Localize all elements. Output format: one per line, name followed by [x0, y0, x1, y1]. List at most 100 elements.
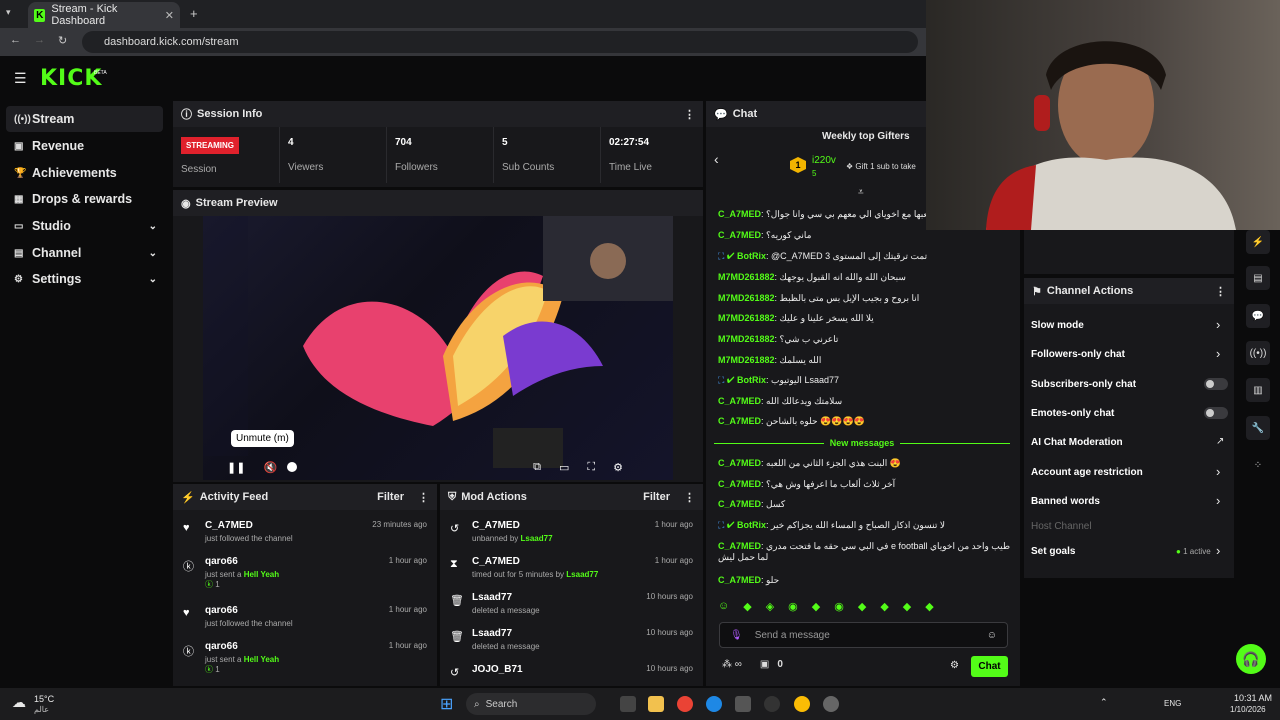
- browser-tab[interactable]: K Stream - Kick Dashboard ✕: [28, 2, 180, 28]
- mod-user[interactable]: Lsaad77: [472, 592, 512, 603]
- emote-icon[interactable]: ◆: [903, 600, 911, 616]
- chat-input[interactable]: 🎙 Send a message ☺: [719, 622, 1008, 648]
- gifter-name[interactable]: i220v: [812, 155, 836, 166]
- mod-user[interactable]: C_A7MED: [472, 556, 520, 567]
- broadcast-icon[interactable]: ((•)): [1246, 341, 1270, 365]
- chat-user[interactable]: BotRix: [737, 520, 766, 530]
- chat-user[interactable]: M7MD261882: [718, 334, 775, 344]
- emote-icon[interactable]: ◆: [925, 600, 933, 616]
- chat-user[interactable]: C_A7MED: [718, 209, 761, 219]
- task-view-icon[interactable]: [620, 696, 636, 712]
- store-icon[interactable]: ▣: [760, 659, 769, 670]
- mod-by[interactable]: Lsaad77: [566, 570, 598, 579]
- reload-icon[interactable]: ↻: [58, 34, 67, 47]
- clock-time[interactable]: 10:31 AM: [1234, 693, 1272, 703]
- sidebar-item-studio[interactable]: ▭ Studio ⌄: [6, 213, 163, 239]
- store-icon[interactable]: [735, 696, 751, 712]
- url-field[interactable]: dashboard.kick.com/stream: [82, 31, 918, 53]
- set-goals-button[interactable]: Set goals: [1031, 546, 1075, 557]
- mic-icon[interactable]: 🎙: [730, 630, 743, 641]
- start-icon[interactable]: ⊞: [440, 694, 453, 714]
- chat-user[interactable]: C_A7MED: [718, 479, 761, 489]
- video-player[interactable]: Unmute (m) ❚❚ 🔇 ⧉ ▭ ⛶ ⚙: [203, 216, 673, 480]
- sidebar-item-channel[interactable]: ▤ Channel ⌄: [6, 240, 163, 266]
- host-channel-button[interactable]: Host Channel: [1031, 521, 1092, 532]
- subscribers-only-toggle[interactable]: [1204, 378, 1228, 390]
- file-explorer-icon[interactable]: [648, 696, 664, 712]
- emote-icon[interactable]: ◆: [858, 600, 866, 616]
- emote-icon[interactable]: ◈: [766, 600, 774, 616]
- emote-icon[interactable]: ◉: [834, 600, 844, 616]
- settings-icon[interactable]: ⚙: [613, 461, 623, 474]
- back-icon[interactable]: ←: [10, 34, 21, 46]
- more-icon[interactable]: ⋮: [418, 491, 429, 504]
- more-icon[interactable]: ⋮: [684, 491, 695, 504]
- feed-user[interactable]: qaro66: [205, 641, 238, 652]
- mod-user[interactable]: C_A7MED: [472, 520, 520, 531]
- feed-user[interactable]: C_A7MED: [205, 520, 253, 531]
- language-indicator[interactable]: ENG: [1164, 699, 1181, 708]
- layout-icon[interactable]: ▥: [1246, 378, 1270, 402]
- notes-icon[interactable]: ▤: [1246, 266, 1270, 290]
- obs-icon[interactable]: [823, 696, 839, 712]
- chat-user[interactable]: M7MD261882: [718, 293, 775, 303]
- channel-points-icon[interactable]: ⁂ ∞: [722, 659, 742, 670]
- chat-user[interactable]: C_A7MED: [718, 541, 761, 551]
- filter-button[interactable]: Filter: [643, 491, 670, 503]
- gift-sub-cta[interactable]: ❖ Gift 1 sub to take: [846, 162, 916, 171]
- mod-user[interactable]: JOJO_B71: [472, 664, 523, 675]
- send-chat-button[interactable]: Chat: [971, 656, 1008, 677]
- chat-user[interactable]: C_A7MED: [718, 230, 761, 240]
- support-icon[interactable]: 🎧: [1236, 644, 1266, 674]
- emote-icon[interactable]: ◉: [788, 600, 798, 616]
- new-messages-divider[interactable]: New messages: [714, 437, 1011, 449]
- fullscreen-icon[interactable]: ⛶: [587, 461, 595, 474]
- sidebar-item-settings[interactable]: ⚙ Settings ⌄: [6, 266, 163, 292]
- ai-moderation-button[interactable]: AI Chat Moderation: [1031, 437, 1123, 448]
- emote-icon[interactable]: ◆: [880, 600, 888, 616]
- sidebar-item-achievements[interactable]: 🏆 Achievements: [6, 160, 163, 186]
- chat-user[interactable]: M7MD261882: [718, 313, 775, 323]
- chevron-right-icon[interactable]: ›: [1216, 493, 1220, 508]
- tray-chevron-icon[interactable]: ⌃: [1100, 697, 1108, 708]
- account-age-button[interactable]: Account age restriction: [1031, 467, 1143, 478]
- new-tab-icon[interactable]: +: [190, 6, 198, 21]
- emotes-only-toggle[interactable]: [1204, 407, 1228, 419]
- filter-button[interactable]: Filter: [377, 491, 404, 503]
- banned-words-button[interactable]: Banned words: [1031, 496, 1100, 507]
- edge-icon[interactable]: [706, 696, 722, 712]
- more-icon[interactable]: ⋮: [684, 108, 695, 121]
- forward-icon[interactable]: →: [34, 34, 45, 46]
- more-icon[interactable]: ⋮: [1215, 285, 1226, 298]
- chat-user[interactable]: C_A7MED: [718, 499, 761, 509]
- chrome-active-icon[interactable]: [794, 696, 810, 712]
- sidebar-item-stream[interactable]: ((•)) Stream: [6, 106, 163, 132]
- chat-settings-icon[interactable]: ⚙: [950, 660, 959, 671]
- mod-user[interactable]: Lsaad77: [472, 628, 512, 639]
- chat-user[interactable]: C_A7MED: [718, 396, 761, 406]
- mod-by[interactable]: Lsaad77: [521, 534, 553, 543]
- external-link-icon[interactable]: ↗: [1216, 436, 1224, 447]
- pin-toggle-icon[interactable]: ⩡: [858, 187, 864, 198]
- bolt-icon[interactable]: ⚡: [1246, 230, 1270, 254]
- close-tab-icon[interactable]: ✕: [165, 9, 174, 22]
- sidebar-item-drops[interactable]: ▦ Drops & rewards: [6, 186, 163, 212]
- sidebar-item-revenue[interactable]: ▣ Revenue: [6, 133, 163, 159]
- chevron-right-icon[interactable]: ›: [1216, 346, 1220, 361]
- chrome-icon[interactable]: [677, 696, 693, 712]
- volume-slider[interactable]: [287, 462, 298, 472]
- chevron-right-icon[interactable]: ›: [1216, 543, 1220, 558]
- chat-user[interactable]: BotRix: [737, 251, 766, 261]
- chevron-right-icon[interactable]: ›: [1216, 464, 1220, 479]
- emote-icon[interactable]: ◆: [743, 600, 751, 616]
- chat-user[interactable]: C_A7MED: [718, 575, 761, 585]
- chat-user[interactable]: M7MD261882: [718, 272, 775, 282]
- pause-icon[interactable]: ❚❚: [227, 461, 245, 474]
- menu-icon[interactable]: ☰: [14, 70, 27, 87]
- theater-icon[interactable]: ▭: [559, 461, 569, 474]
- emote-icon[interactable]: ◆: [812, 600, 820, 616]
- chat-user[interactable]: C_A7MED: [718, 416, 761, 426]
- apps-icon[interactable]: ⁘: [1246, 453, 1270, 477]
- feed-user[interactable]: qaro66: [205, 605, 238, 616]
- followers-only-button[interactable]: Followers-only chat: [1031, 349, 1125, 360]
